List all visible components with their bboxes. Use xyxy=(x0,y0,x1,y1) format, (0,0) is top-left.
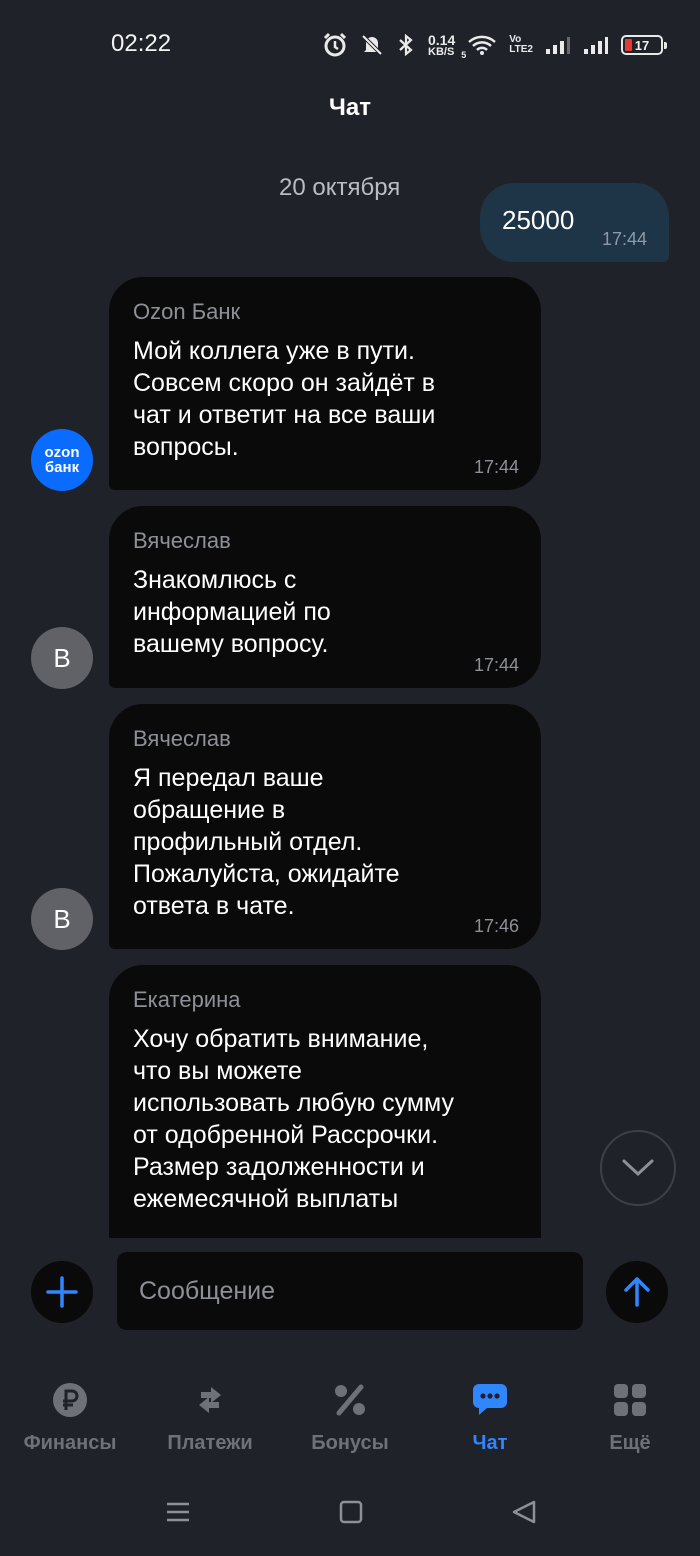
chevron-down-icon xyxy=(622,1159,654,1177)
message-text: Мой коллега уже в пути. Совсем скоро он … xyxy=(133,337,436,461)
ozon-logo-line2: банк xyxy=(44,459,80,476)
send-button[interactable] xyxy=(606,1261,668,1323)
plus-icon xyxy=(46,1276,78,1308)
arrow-up-icon xyxy=(624,1277,650,1307)
transfer-arrows-icon xyxy=(190,1380,230,1420)
ozon-bank-avatar: ozon банк xyxy=(31,429,93,491)
menu-lines-icon xyxy=(167,1502,189,1522)
message-time: 17:44 xyxy=(473,655,519,675)
signal-2-icon xyxy=(583,35,609,55)
mute-bell-icon xyxy=(360,33,384,57)
network-speed: 0.14 KB/S xyxy=(428,33,455,58)
status-bar: 02:22 0.14 KB/S 5 Vo LTE2 17 xyxy=(0,0,700,90)
message-text: Я передал ваше обращение в профильный от… xyxy=(133,764,400,920)
message-time: 17:44 xyxy=(601,229,647,249)
alarm-icon xyxy=(322,32,348,58)
avatar: В xyxy=(31,627,93,689)
chat-bubble-icon xyxy=(470,1380,510,1420)
status-icons: 0.14 KB/S 5 Vo LTE2 17 xyxy=(322,28,667,62)
bluetooth-icon xyxy=(396,33,416,57)
message-sender: Вячеслав xyxy=(133,528,231,553)
attach-button[interactable] xyxy=(31,1261,93,1323)
volte-bottom: LTE2 xyxy=(509,44,533,55)
wifi-icon: 5 xyxy=(461,34,497,60)
nav-label: Ещё xyxy=(609,1432,651,1454)
nav-item-chat[interactable]: Чат xyxy=(420,1370,560,1455)
incoming-message[interactable]: Вячеслав Знакомлюсь с информацией по ваш… xyxy=(109,506,541,688)
system-navigation-bar xyxy=(0,1480,700,1556)
nav-item-payments[interactable]: Платежи xyxy=(140,1370,280,1455)
page-title: Чат xyxy=(329,94,371,121)
back-button[interactable] xyxy=(510,1498,538,1531)
message-text: Знакомлюсь с информацией по вашему вопро… xyxy=(133,566,331,658)
message-composer xyxy=(0,1238,700,1348)
message-sender: Екатерина xyxy=(133,987,241,1012)
message-text: Хочу обратить внимание, что вы можете ис… xyxy=(133,1025,455,1213)
nav-label: Финансы xyxy=(23,1432,117,1454)
chat-messages[interactable]: 20 октября 25000 17:44 Ozon Банк Мой кол… xyxy=(0,150,700,1238)
message-input[interactable] xyxy=(117,1252,583,1330)
percent-icon xyxy=(330,1380,370,1420)
message-sender: Ozon Банк xyxy=(133,299,241,324)
avatar: В xyxy=(31,888,93,950)
battery-percent: 17 xyxy=(634,37,650,53)
bottom-navigation: Финансы Платежи Бонусы Чат Ещё xyxy=(0,1370,700,1470)
grid-icon xyxy=(610,1380,650,1420)
net-speed-value: 0.14 xyxy=(428,31,456,48)
message-time: 17:46 xyxy=(473,916,519,936)
recent-apps-button[interactable] xyxy=(164,1498,192,1531)
volte-indicator: Vo LTE2 xyxy=(509,35,533,55)
outgoing-message[interactable]: 25000 17:44 xyxy=(480,183,669,262)
nav-label: Платежи xyxy=(167,1432,253,1454)
incoming-message[interactable]: Екатерина Хочу обратить внимание, что вы… xyxy=(109,965,541,1238)
ruble-icon xyxy=(50,1380,90,1420)
nav-label: Чат xyxy=(472,1432,508,1454)
incoming-message[interactable]: Ozon Банк Мой коллега уже в пути. Совсем… xyxy=(109,277,541,490)
date-separator: 20 октября xyxy=(279,174,401,201)
message-text: 25000 xyxy=(502,205,575,235)
home-button[interactable] xyxy=(338,1498,364,1531)
net-speed-unit: KB/S xyxy=(428,45,455,58)
scroll-down-button[interactable] xyxy=(600,1130,676,1206)
message-sender: Вячеслав xyxy=(133,726,231,751)
nav-item-finance[interactable]: Финансы xyxy=(0,1370,140,1455)
status-time: 02:22 xyxy=(111,30,172,57)
ozon-logo-line1: ozon xyxy=(44,444,80,461)
message-time: 17:44 xyxy=(473,457,519,477)
battery-icon: 17 xyxy=(620,35,667,55)
signal-1-icon xyxy=(545,35,571,55)
nav-item-more[interactable]: Ещё xyxy=(560,1370,700,1455)
square-icon xyxy=(339,1500,363,1524)
nav-item-bonuses[interactable]: Бонусы xyxy=(280,1370,420,1455)
back-triangle-icon xyxy=(512,1500,536,1524)
incoming-message[interactable]: Вячеслав Я передал ваше обращение в проф… xyxy=(109,704,541,949)
wifi-badge: 5 xyxy=(461,50,467,60)
nav-label: Бонусы xyxy=(311,1432,389,1454)
